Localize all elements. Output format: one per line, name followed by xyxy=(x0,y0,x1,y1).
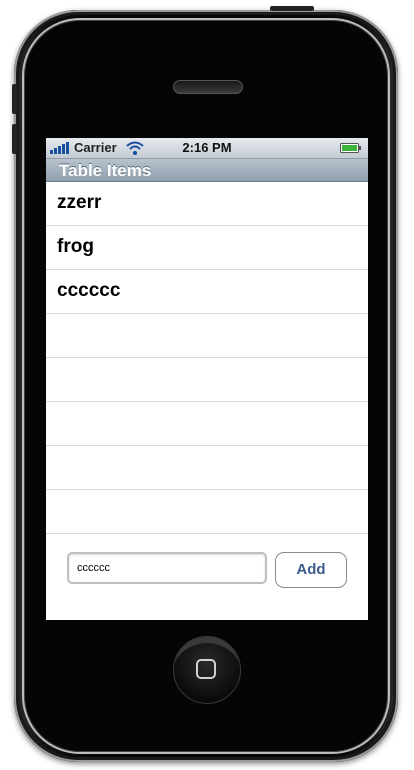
earpiece-speaker xyxy=(173,80,243,94)
add-button[interactable]: Add xyxy=(275,552,347,588)
item-text-field[interactable] xyxy=(67,552,267,584)
home-button[interactable] xyxy=(173,636,241,704)
table-row[interactable] xyxy=(46,490,368,534)
table-row-label: frog xyxy=(57,236,94,257)
table-row[interactable]: zzerr xyxy=(46,182,368,226)
home-square-icon xyxy=(196,659,216,679)
volume-up-button xyxy=(12,84,17,114)
table-row[interactable] xyxy=(46,446,368,490)
table-row[interactable] xyxy=(46,402,368,446)
item-input[interactable] xyxy=(75,554,265,582)
table-row-label: cccccc xyxy=(57,280,121,301)
battery-icon xyxy=(340,143,361,153)
input-bar: Add xyxy=(46,534,368,620)
volume-down-button xyxy=(12,124,17,154)
table-row[interactable] xyxy=(46,314,368,358)
sleep-button xyxy=(270,6,314,11)
status-bar: Carrier 2:16 PM xyxy=(46,138,368,159)
screen: Carrier 2:16 PM Table Items zzerr frog c… xyxy=(46,138,368,620)
nav-title: Table Items xyxy=(59,161,152,180)
table-row[interactable]: cccccc xyxy=(46,270,368,314)
table-row[interactable]: frog xyxy=(46,226,368,270)
status-time: 2:16 PM xyxy=(182,140,232,155)
table-view[interactable]: zzerr frog cccccc xyxy=(46,182,368,534)
table-row[interactable] xyxy=(46,358,368,402)
navigation-bar: Table Items xyxy=(46,159,368,182)
table-row-label: zzerr xyxy=(57,192,102,213)
